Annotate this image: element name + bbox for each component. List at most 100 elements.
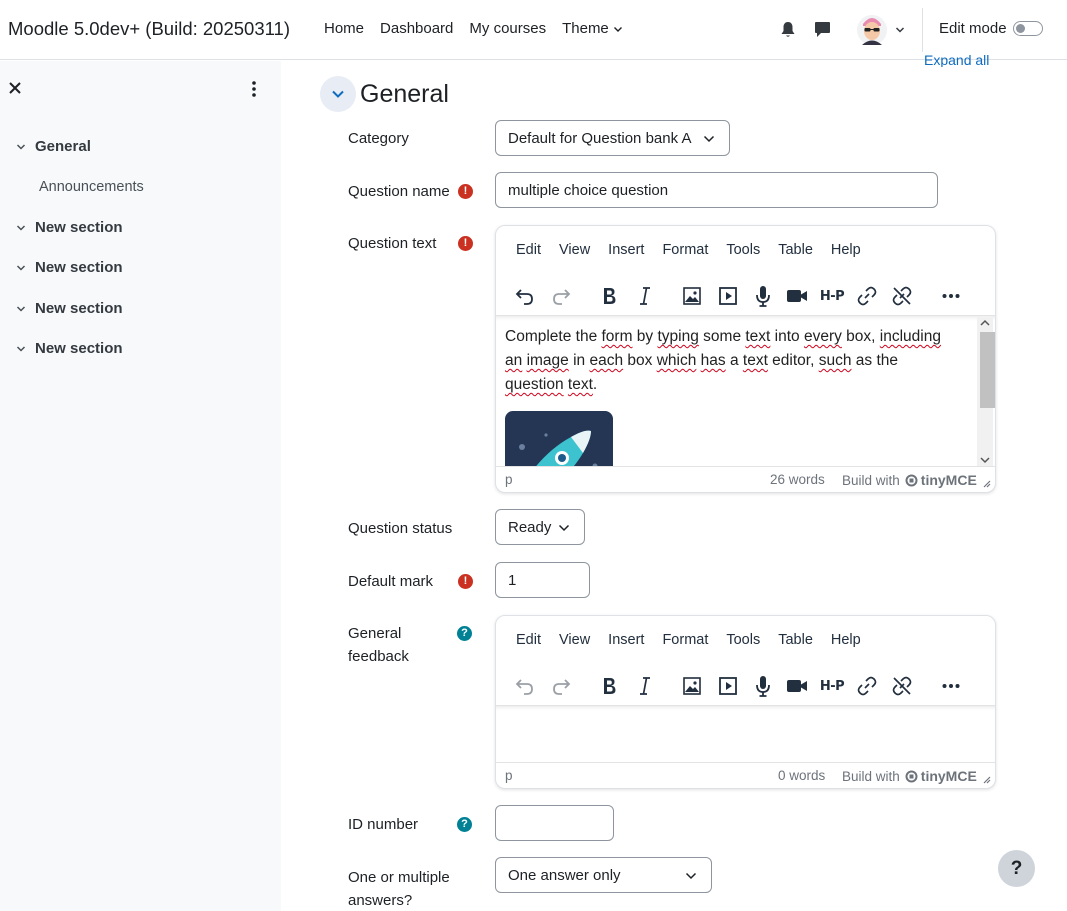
element-path[interactable]: p xyxy=(505,472,513,487)
course-index-section[interactable]: New section xyxy=(16,300,123,317)
menu-tools[interactable]: Tools xyxy=(726,632,760,648)
word-count[interactable]: 26 words xyxy=(770,472,825,487)
nav-my-courses[interactable]: My courses xyxy=(469,20,546,37)
unlink-button[interactable] xyxy=(889,283,915,309)
tinymce-branding[interactable]: Build with tinyMCE xyxy=(842,768,977,784)
chevron-down-icon xyxy=(558,524,570,532)
chevron-down-icon[interactable] xyxy=(16,263,26,273)
menu-view[interactable]: View xyxy=(559,242,590,258)
record-audio-button[interactable] xyxy=(750,283,776,309)
h5p-button[interactable]: H-P xyxy=(818,283,846,309)
resize-handle-icon[interactable] xyxy=(981,774,991,784)
chevron-down-icon[interactable] xyxy=(16,304,26,314)
insert-media-button[interactable] xyxy=(715,673,741,699)
course-index-item-announcements[interactable]: Announcements xyxy=(39,179,144,195)
menu-tools[interactable]: Tools xyxy=(726,242,760,258)
italic-button[interactable] xyxy=(632,283,658,309)
word-count[interactable]: 0 words xyxy=(778,768,825,783)
chevron-down-icon[interactable] xyxy=(16,344,26,354)
bold-button[interactable] xyxy=(596,283,622,309)
nav-dashboard[interactable]: Dashboard xyxy=(380,20,453,37)
undo-button[interactable] xyxy=(512,673,538,699)
element-path[interactable]: p xyxy=(505,768,513,783)
chevron-down-icon xyxy=(685,872,697,880)
nav-home[interactable]: Home xyxy=(324,20,364,37)
more-tools-button[interactable] xyxy=(938,673,964,699)
user-avatar-icon[interactable] xyxy=(856,12,888,48)
redo-button[interactable] xyxy=(548,283,574,309)
bold-button[interactable] xyxy=(596,673,622,699)
question-text-label: Question text xyxy=(348,235,437,252)
general-feedback-content[interactable] xyxy=(496,705,995,763)
course-index-section-general[interactable]: General xyxy=(16,138,91,155)
h5p-icon: H-P xyxy=(819,678,845,694)
insert-media-button[interactable] xyxy=(715,283,741,309)
kebab-menu-icon[interactable] xyxy=(250,80,258,98)
image-icon xyxy=(683,287,701,305)
help-icon[interactable]: ? xyxy=(457,817,472,832)
more-tools-button[interactable] xyxy=(938,283,964,309)
record-video-button[interactable] xyxy=(784,283,810,309)
menu-table[interactable]: Table xyxy=(778,242,813,258)
text-run: image xyxy=(526,352,569,369)
answers-selected-value: One answer only xyxy=(508,866,621,884)
question-name-input[interactable]: multiple choice question xyxy=(495,172,938,208)
course-index-section[interactable]: New section xyxy=(16,219,123,236)
site-brand[interactable]: Moodle 5.0dev+ (Build: 20250311) xyxy=(8,18,290,40)
menu-table[interactable]: Table xyxy=(778,632,813,648)
help-floating-button[interactable]: ? xyxy=(998,850,1035,887)
link-button[interactable] xyxy=(854,283,880,309)
insert-image-button[interactable] xyxy=(679,283,705,309)
id-number-input[interactable] xyxy=(495,805,614,841)
course-index-section[interactable]: New section xyxy=(16,259,123,276)
expand-all-link[interactable]: Expand all xyxy=(924,51,989,67)
messages-icon[interactable] xyxy=(814,21,831,38)
resize-handle-icon[interactable] xyxy=(981,478,991,488)
category-select[interactable]: Default for Question bank A xyxy=(495,120,730,156)
question-text-content[interactable]: Complete the form by typing some text in… xyxy=(496,315,995,467)
scrollbar-thumb[interactable] xyxy=(980,332,995,408)
scroll-down-icon[interactable] xyxy=(980,456,990,464)
rocket-illustration xyxy=(519,430,598,467)
record-audio-button[interactable] xyxy=(750,673,776,699)
insert-image-button[interactable] xyxy=(679,673,705,699)
text-run: text xyxy=(742,352,768,369)
section-collapse-toggle[interactable] xyxy=(320,76,356,112)
question-status-select[interactable]: Ready xyxy=(495,509,585,545)
default-mark-input[interactable]: 1 xyxy=(495,562,590,598)
close-icon[interactable] xyxy=(8,81,22,95)
link-button[interactable] xyxy=(854,673,880,699)
course-index-section[interactable]: New section xyxy=(16,340,123,357)
text-run: box, xyxy=(841,328,880,345)
user-menu-chevron-down-icon[interactable] xyxy=(895,25,905,35)
undo-button[interactable] xyxy=(512,283,538,309)
menu-format[interactable]: Format xyxy=(662,632,708,648)
edit-mode-toggle[interactable] xyxy=(1013,21,1043,36)
menu-insert[interactable]: Insert xyxy=(608,242,644,258)
menu-view[interactable]: View xyxy=(559,632,590,648)
nav-theme[interactable]: Theme xyxy=(562,20,623,37)
unlink-button[interactable] xyxy=(889,673,915,699)
record-video-button[interactable] xyxy=(784,673,810,699)
content-scrollbar[interactable] xyxy=(977,316,995,467)
italic-button[interactable] xyxy=(632,673,658,699)
link-icon xyxy=(857,286,877,306)
chevron-down-icon[interactable] xyxy=(16,223,26,233)
menu-help[interactable]: Help xyxy=(831,632,861,648)
help-icon[interactable]: ? xyxy=(457,626,472,641)
menu-format[interactable]: Format xyxy=(662,242,708,258)
redo-button[interactable] xyxy=(548,673,574,699)
menu-insert[interactable]: Insert xyxy=(608,632,644,648)
answers-select[interactable]: One answer only xyxy=(495,857,712,893)
notification-bell-icon[interactable] xyxy=(780,21,796,39)
chevron-down-icon[interactable] xyxy=(16,142,26,152)
rocket-image[interactable] xyxy=(505,411,613,467)
scroll-up-icon[interactable] xyxy=(980,319,990,327)
undo-icon xyxy=(515,679,533,695)
h5p-button[interactable]: H-P xyxy=(818,673,846,699)
tinymce-branding[interactable]: Build with tinyMCE xyxy=(842,472,977,488)
menu-edit[interactable]: Edit xyxy=(516,632,541,648)
menu-edit[interactable]: Edit xyxy=(516,242,541,258)
menu-help[interactable]: Help xyxy=(831,242,861,258)
tinymce-logo-icon xyxy=(905,770,918,782)
